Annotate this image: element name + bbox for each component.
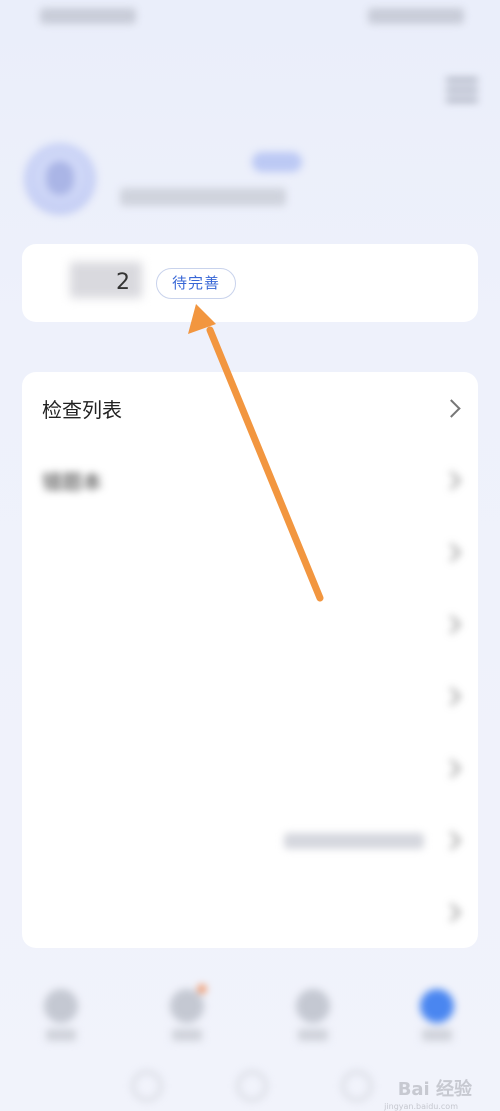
nav-item-calendar[interactable] [158, 985, 218, 1045]
pending-badge[interactable]: 待完善 [156, 268, 236, 299]
menu-list: 检查列表 错题本 [22, 372, 478, 948]
list-item[interactable] [22, 806, 478, 878]
chevron-right-icon [442, 471, 461, 490]
home-button-icon[interactable] [237, 1071, 267, 1101]
user-tag [252, 152, 302, 172]
chevron-right-icon [442, 903, 461, 922]
calendar-icon [170, 989, 204, 1023]
nav-item-profile[interactable] [408, 985, 468, 1045]
nav-item-home[interactable] [32, 985, 92, 1045]
hamburger-menu-icon[interactable] [446, 78, 478, 106]
home-icon [44, 989, 78, 1023]
list-item-label: 检查列表 [42, 398, 122, 422]
list-item-wrong-book[interactable]: 错题本 [22, 446, 478, 518]
list-item[interactable] [22, 662, 478, 734]
chevron-right-icon [442, 543, 461, 562]
user-subtitle [120, 188, 286, 206]
back-icon[interactable] [132, 1071, 162, 1101]
redacted-name [70, 262, 142, 298]
profile-name-suffix: 2 [116, 270, 130, 295]
status-left [40, 8, 136, 24]
avatar[interactable] [24, 143, 96, 215]
status-bar [0, 0, 500, 36]
chevron-right-icon [442, 687, 461, 706]
chevron-right-icon [442, 831, 461, 850]
list-item[interactable] [22, 590, 478, 662]
profile-icon [420, 989, 454, 1023]
watermark-url: jingyan.baidu.com [384, 1102, 458, 1111]
list-item-value [284, 833, 424, 849]
chat-icon [296, 989, 330, 1023]
nav-label [298, 1029, 328, 1041]
recent-apps-icon[interactable] [342, 1071, 372, 1101]
avatar-figure-icon [46, 161, 74, 195]
nav-label [46, 1029, 76, 1041]
profile-card[interactable] [22, 244, 478, 322]
list-item-label: 错题本 [42, 470, 102, 494]
nav-label [172, 1029, 202, 1041]
list-item[interactable] [22, 878, 478, 948]
chevron-right-icon [442, 759, 461, 778]
list-item-check-list[interactable]: 检查列表 [22, 374, 478, 446]
watermark-logo: Bai 经验 [397, 1079, 472, 1100]
nav-label [422, 1029, 452, 1041]
chevron-right-icon [442, 399, 461, 418]
chevron-right-icon [442, 615, 461, 634]
list-item[interactable] [22, 734, 478, 806]
nav-item-chat[interactable] [284, 985, 344, 1045]
list-item[interactable] [22, 518, 478, 590]
bottom-nav [0, 985, 500, 1045]
user-name [118, 148, 238, 174]
status-right [368, 8, 464, 24]
notification-dot [198, 985, 206, 993]
